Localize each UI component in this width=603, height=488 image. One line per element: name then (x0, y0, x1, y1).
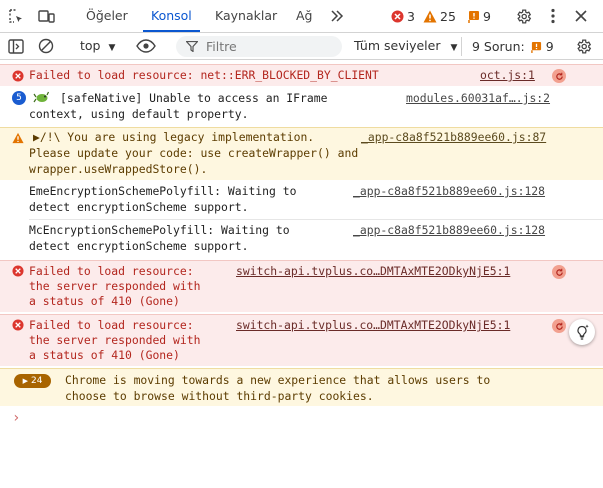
message-source-link[interactable]: oct.js:1 (480, 68, 535, 84)
message-text-line: the server responded with (29, 333, 201, 347)
clear-console-icon[interactable] (35, 35, 57, 57)
message-source-link[interactable]: switch-api.tvplus.co…DMTAxMTE2ODkyNjE5:1 (236, 264, 510, 280)
message-text-line: wrapper.useWrappedStore(). (29, 162, 208, 176)
log-levels-dropdown[interactable]: Tüm seviyeler ▼ (354, 33, 457, 60)
filter-placeholder: Filtre (206, 39, 237, 54)
expand-triangle-icon: ▶ (22, 377, 28, 385)
message-divider (29, 219, 603, 220)
repeat-count-badge: ▶ 24 (14, 374, 51, 388)
message-text-line: EmeEncryptionSchemePolyfill: Waiting to (29, 184, 297, 198)
lightbulb-sparkle-icon (577, 324, 589, 340)
more-tabs-icon[interactable] (326, 5, 348, 27)
warning-icon (423, 10, 437, 22)
console-message-warning[interactable]: ▶ 24 Chrome is moving towards a new expe… (0, 368, 603, 406)
console-toolbar: top ▼ Filtre Tüm seviyeler ▼ 9 Sorun: 9 (0, 33, 603, 60)
issues-label: 9 Sorun: (472, 39, 525, 54)
message-source-link[interactable]: switch-api.tvplus.co…DMTAxMTE2ODkyNjE5:1 (236, 318, 510, 334)
more-options-icon[interactable] (542, 5, 564, 27)
console-message-info[interactable]: 5 [safeNative] Unable to access an IFram… (0, 88, 603, 125)
devtools-tabbar: Öğeler Konsol Kaynaklar Ağ 3 25 9 (0, 0, 603, 33)
live-expression-eye-icon[interactable] (135, 35, 157, 57)
message-text-line: choose to browse without third-party coo… (65, 389, 374, 403)
chevron-down-icon: ▼ (108, 43, 116, 53)
issue-flag-icon (468, 10, 479, 23)
issues-count: 9 (483, 8, 491, 24)
settings-gear-icon[interactable] (512, 5, 534, 27)
console-message-warning[interactable]: ▶/!\ You are using legacy implementation… (0, 127, 603, 180)
sidebar-toggle-icon[interactable] (5, 35, 27, 57)
message-source-link[interactable]: _app-c8a8f521b889ee60.js:128 (353, 223, 545, 239)
repeat-count: 24 (30, 376, 43, 386)
console-prompt-caret: › (12, 410, 21, 426)
tab-elements[interactable]: Öğeler (86, 0, 128, 32)
message-text-line: [safeNative] Unable to access an IFrame (60, 91, 328, 105)
inspect-element-icon[interactable] (5, 5, 27, 27)
message-text-line: detect encryptionScheme support. (29, 200, 249, 214)
message-text-line: the server responded with (29, 279, 201, 293)
tab-sources[interactable]: Kaynaklar (215, 0, 277, 32)
message-text: Failed to load resource: net::ERR_BLOCKE… (29, 68, 379, 82)
console-settings-gear-icon[interactable] (572, 35, 594, 57)
context-selector[interactable]: top ▼ (80, 33, 115, 60)
warning-icon (12, 132, 24, 144)
message-text-line: Please update your code: use createWrapp… (29, 146, 359, 160)
issues-link-count: 9 (545, 39, 554, 54)
message-source-link[interactable]: _app-c8a8f521b889ee60.js:87 (361, 130, 546, 146)
tab-console[interactable]: Konsol (143, 0, 200, 32)
filter-input[interactable]: Filtre (176, 36, 342, 57)
message-source-link[interactable]: _app-c8a8f521b889ee60.js:128 (353, 184, 545, 200)
network-request-icon[interactable] (552, 265, 566, 279)
error-counter[interactable]: 3 (391, 0, 415, 32)
message-text-line: Failed to load resource: (29, 318, 194, 332)
toolbar-divider (461, 37, 462, 56)
issue-flag-icon (530, 41, 541, 53)
network-request-icon[interactable] (552, 69, 566, 83)
console-message-error[interactable]: Failed to load resource: the server resp… (0, 314, 603, 366)
message-text-line: detect encryptionScheme support. (29, 239, 249, 253)
issues-counter[interactable]: 9 (468, 0, 491, 32)
warning-count: 25 (440, 8, 456, 24)
message-text-line: Failed to load resource: (29, 264, 194, 278)
message-source-link[interactable]: modules.60031af….js:2 (406, 91, 550, 107)
message-text-line: Chrome is moving towards a new experienc… (65, 373, 491, 387)
device-toolbar-icon[interactable] (35, 5, 57, 27)
error-icon (12, 319, 24, 331)
message-text-line: a status of 410 (Gone) (29, 348, 180, 362)
warning-counter[interactable]: 25 (423, 0, 456, 32)
error-icon (12, 265, 24, 277)
console-message-info[interactable]: McEncryptionSchemePolyfill: Waiting to d… (0, 221, 603, 258)
message-text-line: ▶/!\ You are using legacy implementation… (33, 130, 315, 144)
insights-lightbulb-button[interactable] (569, 319, 595, 345)
filter-funnel-icon (186, 41, 198, 52)
console-message-info[interactable]: EmeEncryptionSchemePolyfill: Waiting to … (0, 182, 603, 218)
log-levels-value: Tüm seviyeler (354, 38, 441, 53)
message-text-line: McEncryptionSchemePolyfill: Waiting to (29, 223, 290, 237)
error-icon (12, 70, 24, 82)
context-value: top (80, 38, 101, 53)
message-text-line: context, using default property. (29, 107, 249, 121)
repeat-count-badge: 5 (12, 91, 26, 105)
console-message-error[interactable]: Failed to load resource: the server resp… (0, 260, 603, 312)
issues-link[interactable]: 9 Sorun: 9 (472, 33, 554, 60)
chevron-down-icon: ▼ (450, 43, 458, 53)
console-input[interactable] (28, 408, 603, 430)
close-devtools-icon[interactable] (570, 5, 592, 27)
console-message-error[interactable]: Failed to load resource: net::ERR_BLOCKE… (0, 64, 603, 86)
message-text-line: a status of 410 (Gone) (29, 294, 180, 308)
error-count: 3 (407, 8, 415, 24)
error-icon (391, 10, 404, 22)
bug-icon (33, 90, 50, 104)
tab-network[interactable]: Ağ (296, 0, 313, 32)
network-request-icon[interactable] (552, 319, 566, 333)
